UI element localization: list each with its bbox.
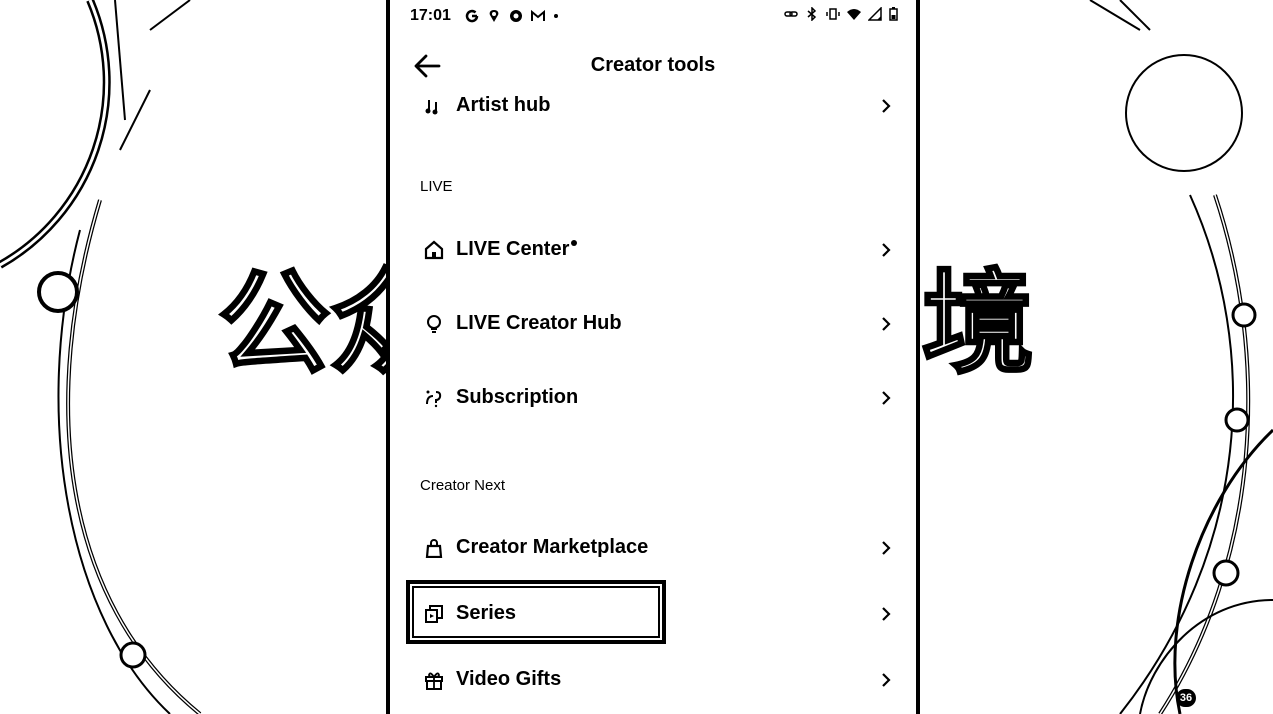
chevron-right-icon (882, 243, 891, 257)
menu-item-artist-hub[interactable]: Artist hub (390, 80, 916, 132)
chevron-right-icon (882, 673, 891, 687)
page-title: Creator tools (590, 54, 716, 76)
wifi-icon (847, 9, 861, 20)
house-icon (424, 240, 444, 260)
sparkle-icon (426, 390, 442, 408)
shopping-bag-icon (425, 539, 443, 558)
battery-icon (889, 7, 898, 21)
watermark-right-text: 境 (921, 259, 1036, 389)
menu-item-subscription[interactable]: Subscription (390, 372, 916, 424)
chevron-right-icon (882, 317, 891, 331)
link-icon (784, 11, 798, 17)
chevron-right-icon (882, 99, 891, 113)
page-number-badge: 36 (1176, 689, 1196, 707)
chevron-right-icon (882, 391, 891, 405)
bluetooth-icon (807, 7, 817, 21)
menu-item-creator-marketplace[interactable]: Creator Marketplace (390, 522, 916, 574)
series-icon (425, 605, 443, 623)
vibrate-icon (826, 8, 840, 20)
music-note-icon (425, 100, 438, 115)
menu-item-video-gifts[interactable]: Video Gifts (390, 654, 916, 706)
section-header-creator-next: Creator Next (420, 477, 506, 494)
lightbulb-icon (427, 315, 441, 333)
google-icon (465, 9, 479, 23)
maps-icon (489, 10, 499, 22)
gmail-icon (530, 9, 545, 21)
status-time: 17:01 (410, 7, 451, 24)
menu-item-series[interactable]: Series (390, 588, 916, 640)
signal-icon (868, 7, 882, 21)
menu-item-label: Video Gifts (456, 668, 562, 690)
chrome-icon (509, 10, 522, 22)
menu-item-label: Subscription (456, 386, 579, 408)
menu-item-label: Creator Marketplace (456, 536, 649, 558)
status-bar: 17:01 (390, 0, 916, 32)
menu-item-label: Series (456, 602, 517, 624)
menu-item-label: LIVE Center (456, 238, 570, 260)
menu-item-label: Artist hub (456, 94, 551, 116)
chevron-right-icon (882, 607, 891, 621)
section-header-live: LIVE (420, 178, 453, 195)
gift-icon (425, 672, 443, 690)
dot-icon (553, 14, 558, 18)
menu-item-live-creator-hub[interactable]: LIVE Creator Hub (390, 298, 916, 350)
notification-dot (571, 240, 578, 246)
menu-item-label: LIVE Creator Hub (456, 312, 622, 334)
phone-screen: 17:01 Creator tools Artist hub LIVE LIVE… (386, 0, 920, 714)
menu-item-live-center[interactable]: LIVE Center (390, 224, 916, 276)
chevron-right-icon (882, 541, 891, 555)
